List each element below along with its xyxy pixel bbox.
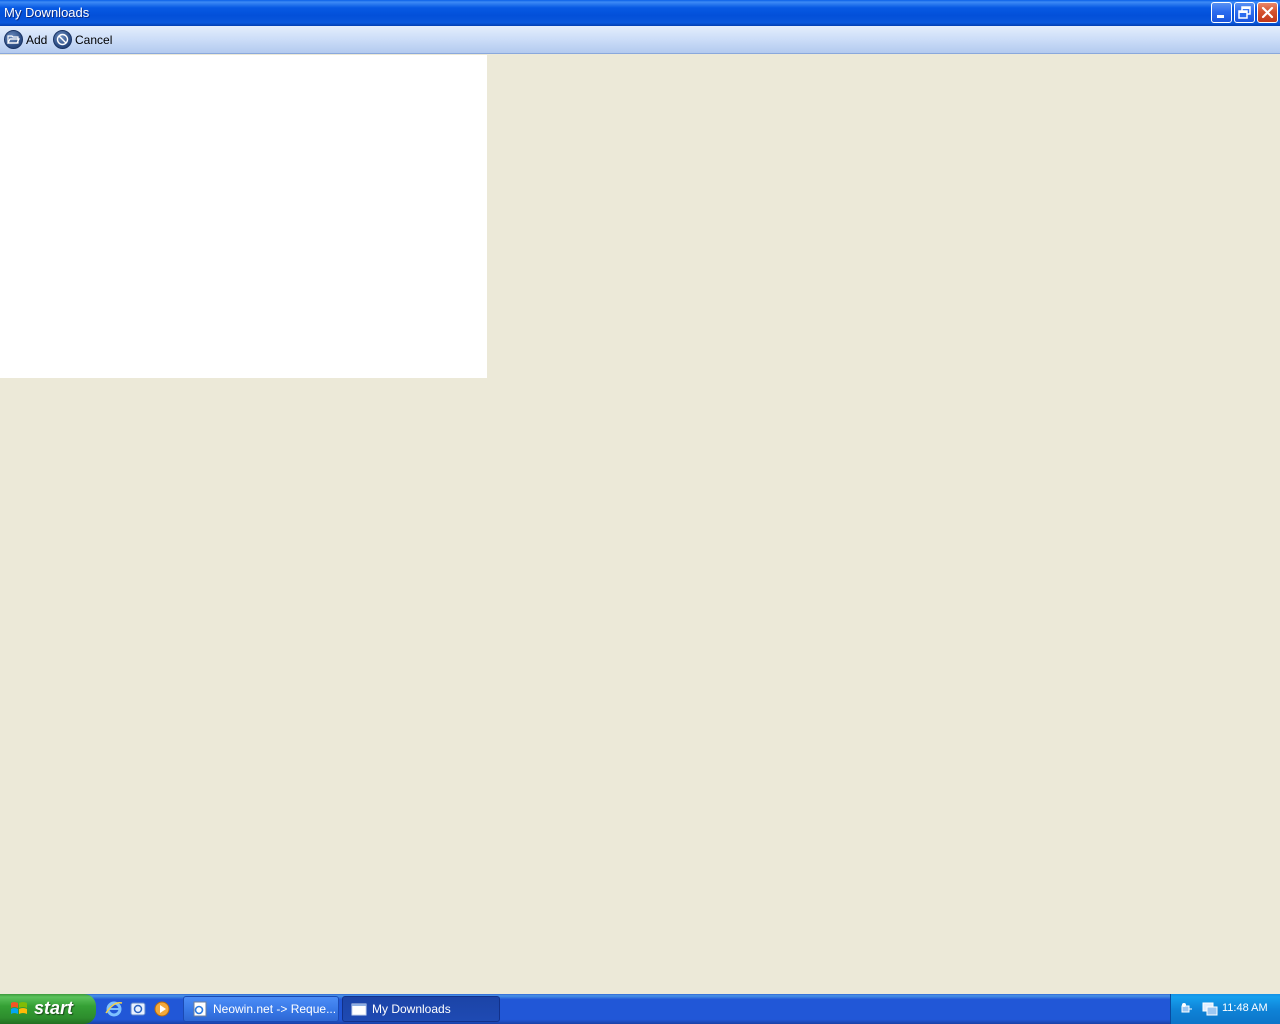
internet-explorer-icon[interactable]: [104, 999, 124, 1019]
window-title-bar[interactable]: My Downloads: [0, 0, 1280, 26]
window-title: My Downloads: [4, 5, 90, 20]
taskbar-item-neowin[interactable]: Neowin.net -> Reque...: [183, 996, 339, 1022]
taskbar-item-label: My Downloads: [372, 1002, 451, 1016]
restore-icon: [1238, 6, 1251, 19]
media-player-icon[interactable]: [152, 999, 172, 1019]
taskbar-item-label: Neowin.net -> Reque...: [213, 1002, 337, 1016]
add-button[interactable]: Add: [4, 29, 47, 50]
outlook-express-icon[interactable]: [128, 999, 148, 1019]
window-app-icon: [351, 1001, 367, 1017]
close-button[interactable]: [1257, 2, 1278, 23]
toolbar: Add Cancel: [0, 26, 1280, 54]
network-connection-icon[interactable]: [1201, 1001, 1219, 1020]
start-button[interactable]: start: [0, 994, 96, 1024]
quick-launch-bar: [104, 999, 172, 1019]
cancel-icon: [53, 30, 72, 49]
restore-button[interactable]: [1234, 2, 1255, 23]
start-label: start: [34, 998, 74, 1018]
open-folder-icon: [4, 30, 23, 49]
network-icon[interactable]: [1181, 1001, 1199, 1020]
clock[interactable]: 11:48 AM: [1222, 1002, 1268, 1014]
minimize-icon: [1217, 15, 1224, 18]
add-button-label: Add: [26, 32, 48, 47]
system-tray: 11:48 AM: [1170, 994, 1280, 1024]
browser-page-icon: [192, 1001, 208, 1017]
cancel-button-label: Cancel: [75, 32, 113, 47]
taskbar: start Neowin.net -> Reque... My Download…: [0, 994, 1280, 1024]
minimize-button[interactable]: [1211, 2, 1232, 23]
close-icon: [1261, 6, 1274, 19]
downloads-list[interactable]: [0, 55, 487, 378]
windows-logo-icon: [11, 1002, 27, 1014]
cancel-button[interactable]: Cancel: [53, 29, 112, 50]
taskbar-item-my-downloads[interactable]: My Downloads: [342, 996, 500, 1022]
